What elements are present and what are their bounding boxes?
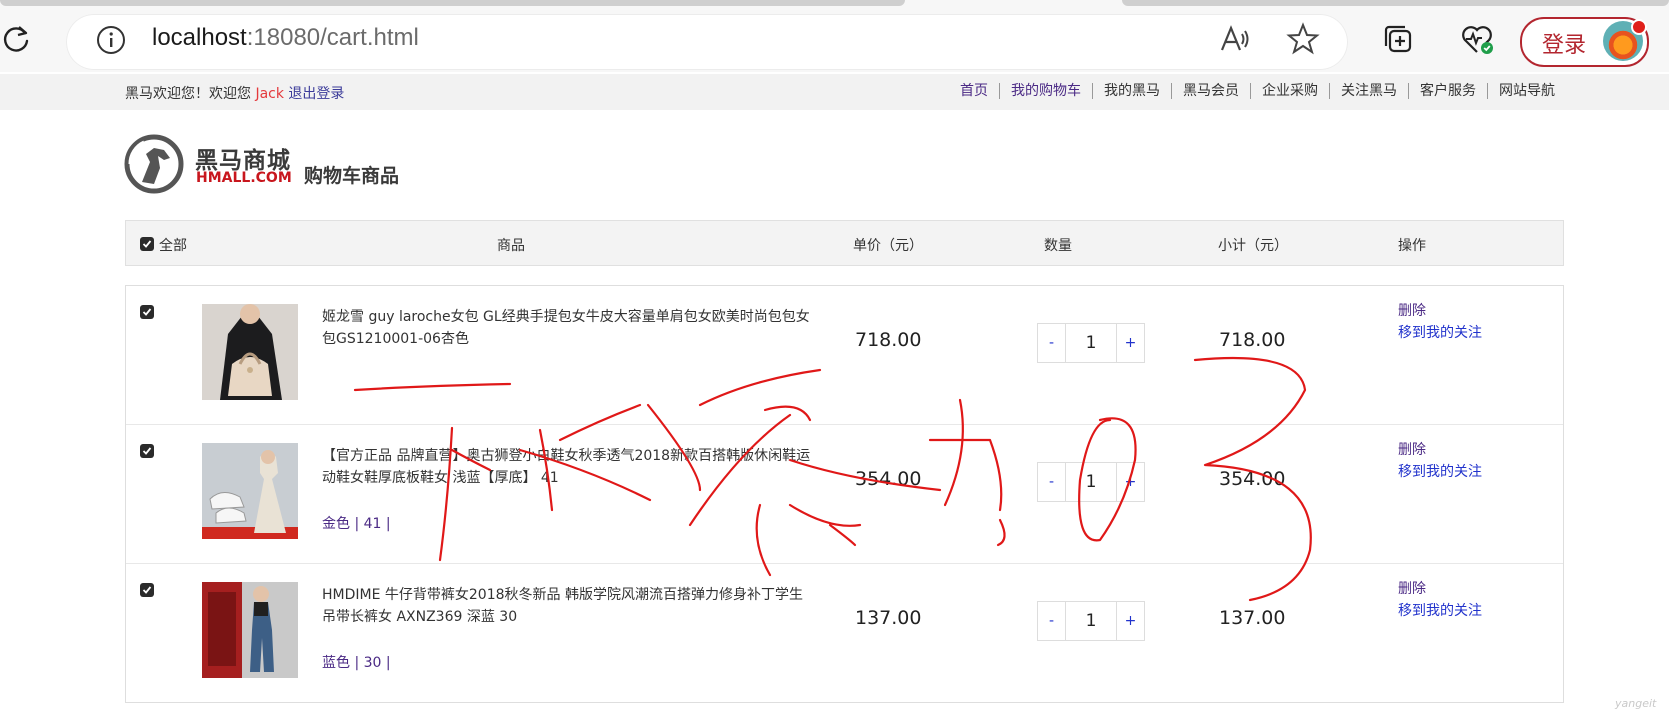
qty-minus-button[interactable]: -	[1038, 463, 1065, 501]
nav-home[interactable]: 首页	[949, 83, 999, 99]
site-topbar: 黑马欢迎您！欢迎您 Jack 退出登录 首页 我的购物车 我的黑马 黑马会员 企…	[0, 74, 1669, 110]
product-image[interactable]	[202, 443, 298, 539]
delete-link[interactable]: 删除	[1398, 578, 1426, 598]
row-checkbox[interactable]	[140, 444, 154, 458]
favorite-star-icon[interactable]	[1286, 22, 1320, 60]
subtotal: 137.00	[1219, 607, 1286, 629]
browser-tab[interactable]	[1122, 0, 1669, 6]
nav-membership[interactable]: 黑马会员	[1171, 83, 1250, 99]
move-to-favorites-link[interactable]: 移到我的关注	[1398, 322, 1482, 342]
product-image[interactable]	[202, 582, 298, 678]
unit-price: 137.00	[855, 607, 922, 629]
product-attributes: 金色 | 41 |	[322, 516, 391, 532]
read-aloud-icon[interactable]	[1218, 22, 1252, 60]
delete-link[interactable]: 删除	[1398, 300, 1426, 320]
column-quantity: 数量	[1044, 238, 1072, 254]
cart-table-header: 全部 商品 单价（元） 数量 小计（元） 操作	[125, 220, 1564, 266]
url-path: :18080/cart.html	[246, 24, 419, 51]
subtotal: 354.00	[1219, 468, 1286, 490]
unit-price: 354.00	[855, 468, 922, 490]
nav-sitemap[interactable]: 网站导航	[1487, 83, 1566, 99]
nav-service[interactable]: 客户服务	[1408, 83, 1487, 99]
page-title: 购物车商品	[304, 165, 400, 187]
cart-row: HMDIME 牛仔背带裤女2018秋冬新品 韩版学院风潮流百搭弹力修身补丁学生吊…	[126, 564, 1563, 702]
select-all-label[interactable]: 全部	[159, 235, 187, 255]
login-button[interactable]: 登录	[1520, 17, 1649, 67]
url-text[interactable]: localhost:18080/cart.html	[152, 24, 419, 52]
column-actions: 操作	[1398, 238, 1426, 254]
qty-input[interactable]: 1	[1065, 324, 1117, 362]
move-to-favorites-link[interactable]: 移到我的关注	[1398, 600, 1482, 620]
nav-my-heima[interactable]: 我的黑马	[1092, 83, 1171, 99]
reload-icon[interactable]	[0, 20, 32, 58]
username-link[interactable]: Jack	[255, 86, 284, 102]
product-name[interactable]: 姬龙雪 guy laroche女包 GL经典手提包女牛皮大容量单肩包女欧美时尚包…	[322, 306, 812, 350]
top-nav: 首页 我的购物车 我的黑马 黑马会员 企业采购 关注黑马 客户服务 网站导航	[949, 83, 1566, 99]
select-all-checkbox[interactable]	[140, 237, 154, 251]
delete-link[interactable]: 删除	[1398, 439, 1426, 459]
watermark: yangeit	[1615, 697, 1657, 710]
qty-plus-button[interactable]: +	[1117, 463, 1144, 501]
quantity-stepper: - 1 +	[1037, 323, 1145, 363]
logout-link[interactable]: 退出登录	[288, 86, 344, 102]
horse-logo-icon[interactable]	[124, 134, 184, 198]
notification-dot	[1631, 19, 1647, 35]
column-product: 商品	[497, 238, 525, 254]
quantity-stepper: - 1 +	[1037, 462, 1145, 502]
nav-enterprise[interactable]: 企业采购	[1250, 83, 1329, 99]
product-name[interactable]: HMDIME 牛仔背带裤女2018秋冬新品 韩版学院风潮流百搭弹力修身补丁学生吊…	[322, 584, 812, 628]
browser-essentials-icon[interactable]	[1460, 22, 1496, 60]
column-subtotal: 小计（元）	[1218, 238, 1288, 254]
url-host: localhost	[152, 24, 247, 51]
row-checkbox[interactable]	[140, 305, 154, 319]
nav-my-cart[interactable]: 我的购物车	[999, 83, 1092, 99]
browser-tab[interactable]	[0, 0, 905, 6]
product-attributes: 蓝色 | 30 |	[322, 655, 391, 671]
login-label: 登录	[1542, 33, 1587, 58]
browser-toolbar: localhost:18080/cart.html 登录	[0, 0, 1669, 72]
welcome-text: 黑马欢迎您！欢迎您 Jack 退出登录	[125, 83, 344, 103]
subtotal: 718.00	[1219, 329, 1286, 351]
nav-follow[interactable]: 关注黑马	[1329, 83, 1408, 99]
product-name[interactable]: 【官方正品 品牌直营】奥古狮登小白鞋女秋季透气2018新款百搭韩版休闲鞋运动鞋女…	[322, 445, 812, 489]
cart-row: 【官方正品 品牌直营】奥古狮登小白鞋女秋季透气2018新款百搭韩版休闲鞋运动鞋女…	[126, 425, 1563, 564]
qty-minus-button[interactable]: -	[1038, 602, 1065, 640]
cart-row: 姬龙雪 guy laroche女包 GL经典手提包女牛皮大容量单肩包女欧美时尚包…	[126, 286, 1563, 425]
column-unit-price: 单价（元）	[853, 238, 923, 254]
qty-plus-button[interactable]: +	[1117, 324, 1144, 362]
welcome-prefix: 黑马欢迎您！欢迎您	[125, 86, 251, 102]
row-checkbox[interactable]	[140, 583, 154, 597]
unit-price: 718.00	[855, 329, 922, 351]
qty-plus-button[interactable]: +	[1117, 602, 1144, 640]
collections-icon[interactable]	[1381, 22, 1415, 60]
move-to-favorites-link[interactable]: 移到我的关注	[1398, 461, 1482, 481]
quantity-stepper: - 1 +	[1037, 601, 1145, 641]
qty-minus-button[interactable]: -	[1038, 324, 1065, 362]
qty-input[interactable]: 1	[1065, 463, 1117, 501]
site-info-icon[interactable]	[96, 25, 126, 59]
qty-input[interactable]: 1	[1065, 602, 1117, 640]
cart-table-body: 姬龙雪 guy laroche女包 GL经典手提包女牛皮大容量单肩包女欧美时尚包…	[125, 285, 1564, 703]
logo-english: HMALL.COM	[196, 170, 292, 186]
product-image[interactable]	[202, 304, 298, 400]
